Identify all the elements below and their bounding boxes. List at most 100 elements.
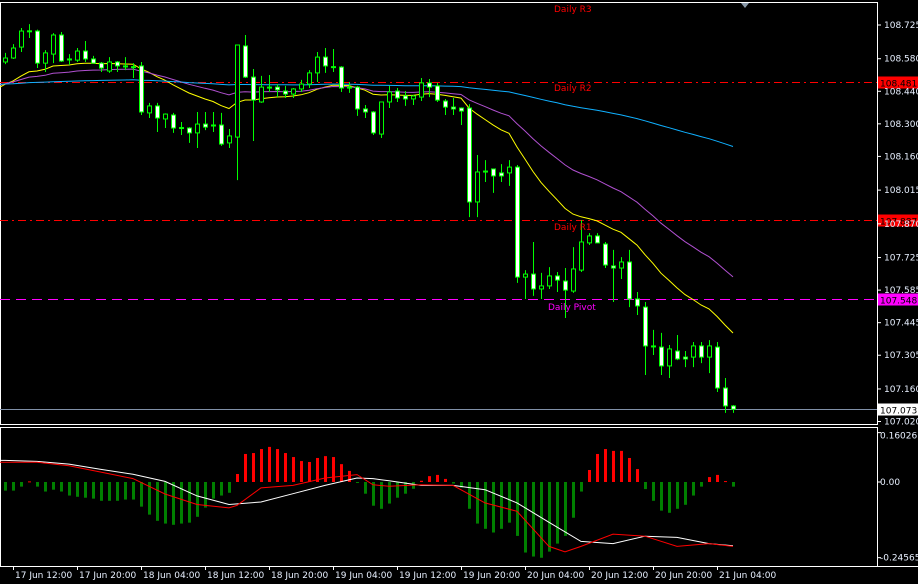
- candle-bullish: [163, 113, 168, 120]
- candle-bullish: [195, 123, 200, 134]
- candle-bearish: [395, 90, 400, 99]
- histogram-bar: [308, 461, 311, 482]
- price-axis-label: 108.300: [884, 120, 918, 130]
- oscillator-axis-label: -0.24565: [880, 554, 918, 564]
- candle-bearish: [91, 58, 96, 64]
- histogram-bar: [644, 482, 647, 490]
- time-axis-label: 21 Jun 04:00: [719, 571, 776, 581]
- candle-bearish: [723, 387, 728, 407]
- histogram-bar: [660, 482, 663, 511]
- histogram-bar: [276, 449, 279, 482]
- histogram-bar: [524, 482, 527, 553]
- candle-bearish: [635, 298, 640, 307]
- histogram-bar: [676, 482, 679, 509]
- candle-bearish: [563, 280, 568, 291]
- histogram-bar: [492, 482, 495, 533]
- histogram-bar: [564, 482, 567, 536]
- time-axis-label: 17 Jun 12:00: [15, 571, 72, 581]
- candle-bullish: [539, 285, 544, 290]
- histogram-bar: [300, 461, 303, 482]
- histogram-bar: [508, 482, 511, 523]
- histogram-bar: [76, 482, 79, 497]
- time-axis-label: 20 Jun 20:00: [655, 571, 712, 581]
- histogram-bar: [572, 482, 575, 518]
- candle-bearish: [323, 56, 328, 67]
- histogram-bar: [172, 482, 175, 525]
- histogram-bar: [140, 482, 143, 507]
- candle-bearish: [35, 30, 40, 64]
- price-axis-label: 107.020: [884, 418, 918, 428]
- candle-bearish: [595, 235, 600, 244]
- candle-bearish: [603, 243, 608, 266]
- candle-bearish: [459, 107, 464, 112]
- price-chart[interactable]: 108.481107.887107.548107.073108.725108.5…: [0, 0, 918, 584]
- histogram-bar: [284, 453, 287, 482]
- candle-bearish: [643, 306, 648, 347]
- candle-bearish: [339, 66, 344, 89]
- pivot-levels: [0, 82, 877, 410]
- candle-bearish: [251, 76, 256, 101]
- candle-bullish: [707, 345, 712, 358]
- histogram-bar: [604, 449, 607, 482]
- candle-bullish: [419, 82, 424, 98]
- candle-bearish: [659, 346, 664, 367]
- histogram-bar: [716, 474, 719, 482]
- histogram-bar: [436, 474, 439, 482]
- histogram-bar: [252, 453, 255, 482]
- candle-bearish: [531, 273, 536, 290]
- time-axis-label: 19 Jun 04:00: [335, 571, 392, 581]
- histogram-bar: [20, 482, 23, 487]
- candle-bearish: [491, 168, 496, 177]
- candle-bullish: [299, 83, 304, 90]
- histogram-bar: [692, 482, 695, 496]
- candle-bullish: [3, 57, 8, 63]
- histogram-bar: [732, 482, 735, 487]
- price-axis-label: 107.725: [884, 254, 918, 264]
- histogram-bar: [132, 482, 135, 500]
- histogram-bar: [444, 478, 447, 482]
- histogram-bar: [628, 457, 631, 482]
- candle-bullish: [667, 348, 672, 367]
- histogram-bar: [548, 482, 551, 552]
- time-axis-label: 18 Jun 12:00: [207, 571, 264, 581]
- price-axis-label: 108.015: [884, 186, 918, 196]
- candle-bearish: [363, 108, 368, 113]
- candle-bullish: [547, 275, 552, 287]
- histogram-bar: [596, 453, 599, 482]
- histogram-bar: [44, 482, 47, 492]
- candle-bullish: [475, 171, 480, 203]
- time-axis-label: 20 Jun 12:00: [591, 571, 648, 581]
- histogram-bar: [540, 482, 543, 558]
- candle-bearish: [59, 34, 64, 62]
- histogram-bar: [340, 464, 343, 482]
- histogram-bar: [388, 482, 391, 504]
- price-axis-label: 107.160: [884, 385, 918, 395]
- candle-bearish: [443, 100, 448, 108]
- price-axis-label: 107.870: [884, 220, 918, 230]
- moving-averages: [0, 62, 734, 334]
- shift-marker-icon[interactable]: [741, 3, 749, 8]
- histogram-bar: [212, 482, 215, 499]
- candle-bullish: [107, 61, 112, 72]
- candle-bullish: [691, 345, 696, 358]
- candle-bearish: [203, 123, 208, 128]
- histogram-bar: [620, 450, 623, 482]
- candle-bearish: [83, 50, 88, 60]
- candle-bearish: [187, 127, 192, 134]
- candle-bearish: [283, 90, 288, 95]
- price-axis-label: 108.160: [884, 152, 918, 162]
- oscillator-red-line: [0, 461, 734, 553]
- candle-bearish: [515, 166, 520, 278]
- histogram-bar: [260, 449, 263, 482]
- histogram-bar: [204, 482, 207, 508]
- oscillator: [0, 446, 735, 558]
- price-axis-label: 107.585: [884, 286, 918, 296]
- histogram-bar: [292, 457, 295, 482]
- histogram-bar: [652, 482, 655, 501]
- candle-bullish: [147, 105, 152, 114]
- histogram-bar: [156, 482, 159, 521]
- histogram-bar: [108, 482, 111, 501]
- candle-bullish: [235, 44, 240, 138]
- histogram-bar: [316, 457, 319, 482]
- candle-bearish: [219, 124, 224, 145]
